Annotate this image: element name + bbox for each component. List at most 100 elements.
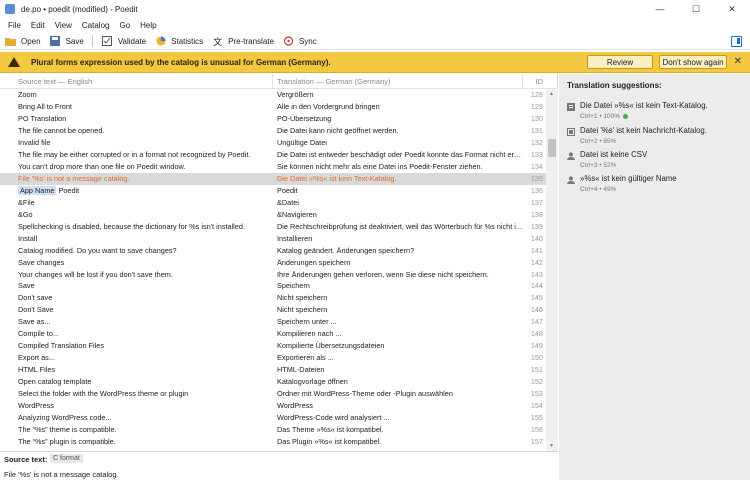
table-row[interactable]: Spellchecking is disabled, because the d… — [0, 220, 557, 232]
translation-cell: Exportieren als ... — [277, 353, 334, 363]
id-cell: 148 — [530, 329, 543, 339]
scroll-thumb[interactable] — [548, 139, 556, 157]
translation-cell: Sie können nicht mehr als eine Datei ins… — [277, 162, 483, 172]
table-row[interactable]: Save Speichern 144 — [0, 280, 557, 292]
header-id[interactable]: ID — [523, 77, 545, 86]
translation-cell: Vergrößern — [277, 90, 314, 100]
source-cell: Don't Save — [0, 305, 273, 314]
source-cell: File '%s' is not a message catalog. — [0, 174, 273, 183]
statistics-button[interactable]: Statistics — [155, 36, 203, 47]
table-row[interactable]: The file may be either corrupted or in a… — [0, 149, 557, 161]
source-text: Spellchecking is disabled, because the d… — [18, 221, 245, 231]
source-text: Install — [18, 233, 38, 243]
table-row[interactable]: Install Installieren 140 — [0, 232, 557, 244]
maximize-icon[interactable]: ☐ — [678, 0, 714, 18]
close-window-icon[interactable]: ✕ — [714, 0, 750, 18]
toolbar: Open Save Validate Statistics 文 Pre-tran… — [0, 33, 750, 50]
translation-cell: Die Datei ist entweder beschädigt oder P… — [277, 150, 523, 160]
suggestion-item[interactable]: Datei '%s' ist kein Nachricht-Katalog. Ct… — [567, 126, 707, 145]
pie-chart-icon — [155, 36, 166, 47]
source-cell: Invalid file — [0, 138, 273, 147]
table-row[interactable]: Catalog modified. Do you want to save ch… — [0, 244, 557, 256]
pretranslate-button[interactable]: 文 Pre-translate — [212, 36, 274, 47]
source-editor: Source text: C format File '%s' is not a… — [0, 451, 558, 480]
id-cell: 142 — [530, 257, 543, 267]
table-row[interactable]: Invalid file Ungültige Datei 132 — [0, 137, 557, 149]
source-text: Don't save — [18, 293, 53, 303]
suggestion-item[interactable]: Die Datei »%s« ist kein Text-Katalog. Ctr… — [567, 101, 708, 120]
translation-cell: Das Plugin »%s« ist kompatibel. — [277, 436, 382, 446]
table-row[interactable]: Analyzing WordPress code... WordPress-Cod… — [0, 411, 557, 423]
table-row[interactable]: Don't Save Nicht speichern 146 — [0, 304, 557, 316]
menu-go[interactable]: Go — [119, 21, 130, 30]
sidebar-toggle-icon[interactable] — [731, 36, 742, 47]
source-cell: Bring All to Front — [0, 102, 273, 111]
table-row[interactable]: Zoom Vergrößern 128 — [0, 89, 557, 101]
header-source[interactable]: Source text — English — [0, 74, 273, 89]
menu-file[interactable]: File — [8, 21, 21, 30]
menu-help[interactable]: Help — [140, 21, 156, 30]
id-cell: 146 — [530, 305, 543, 315]
list-scrollbar[interactable]: ▲ ▼ — [546, 89, 558, 451]
open-button[interactable]: Open — [5, 36, 41, 47]
table-row[interactable]: App Name Poedit Poedit 136 — [0, 185, 557, 197]
table-row[interactable]: You can't drop more than one file on Poe… — [0, 161, 557, 173]
table-row[interactable]: The “%s” plugin is compatible. Das Plugin… — [0, 435, 557, 447]
translation-cell: Nicht speichern — [277, 293, 328, 303]
table-row[interactable]: Don't save Nicht speichern 145 — [0, 292, 557, 304]
suggestion-item[interactable]: Datei ist keine CSV Ctrl+3 • 52% — [567, 150, 647, 169]
table-row[interactable]: Your changes will be lost if you don't s… — [0, 268, 557, 280]
scroll-up-icon[interactable]: ▲ — [549, 91, 554, 97]
table-row[interactable]: HTML Files HTML-Dateien 151 — [0, 364, 557, 376]
id-cell: 132 — [530, 138, 543, 148]
minimize-icon[interactable]: — — [642, 0, 678, 18]
table-row[interactable]: Bring All to Front Alle in den Vordergrun… — [0, 101, 557, 113]
warning-icon — [8, 57, 20, 67]
save-button[interactable]: Save — [50, 36, 84, 47]
source-text: The file may be either corrupted or in a… — [18, 150, 251, 160]
sync-button[interactable]: Sync — [283, 36, 317, 47]
scroll-down-icon[interactable]: ▼ — [549, 443, 554, 449]
table-row[interactable]: &File &Datei 137 — [0, 196, 557, 208]
tm-icon — [567, 103, 575, 111]
folder-icon — [5, 36, 16, 47]
sync-icon — [283, 36, 294, 47]
header-translation[interactable]: Translation — German (Germany) — [273, 74, 523, 89]
id-cell: 136 — [530, 185, 543, 195]
translation-cell: Katalogvorlage öffnen — [277, 376, 348, 386]
suggestion-item[interactable]: »%s« ist kein gültiger Name Ctrl+4 • 49% — [567, 174, 677, 193]
id-cell: 151 — [530, 365, 543, 375]
table-row[interactable]: The file cannot be opened. Die Datei kann… — [0, 125, 557, 137]
title-bar: de.po • poedit (modified) - Poedit — ☐ ✕ — [0, 0, 750, 18]
menu-edit[interactable]: Edit — [31, 21, 45, 30]
review-button[interactable]: Review — [587, 55, 653, 69]
table-row[interactable]: Compiled Translation Files Kompilierte Üb… — [0, 340, 557, 352]
menu-catalog[interactable]: Catalog — [82, 21, 110, 30]
table-row[interactable]: Open catalog template Katalogvorlage öffn… — [0, 376, 557, 388]
id-cell: 152 — [530, 376, 543, 386]
table-row[interactable]: File '%s' is not a message catalog. Die D… — [0, 172, 557, 185]
translation-cell: Änderungen speichern — [277, 257, 351, 267]
dont-show-again-button[interactable]: Don't show again — [659, 55, 727, 69]
table-row[interactable]: The “%s” theme is compatible. Das Theme »… — [0, 423, 557, 435]
table-row[interactable]: PO Translation PO-Übersetzung 130 — [0, 113, 557, 125]
translation-cell: Katalog geändert. Änderungen speichern? — [277, 245, 415, 255]
close-warning-icon[interactable]: ✕ — [734, 56, 742, 67]
source-cell: Save changes — [0, 258, 273, 267]
validate-button[interactable]: Validate — [102, 36, 146, 47]
table-row[interactable]: Export as... Exportieren als ... 150 — [0, 352, 557, 364]
source-cell: Compile to... — [0, 329, 273, 338]
table-row[interactable]: Select the folder with the WordPress the… — [0, 387, 557, 399]
table-row[interactable]: WordPress WordPress 154 — [0, 399, 557, 411]
menu-view[interactable]: View — [55, 21, 72, 30]
id-cell: 138 — [530, 209, 543, 219]
table-row[interactable]: Compile to... Kompilieren nach ... 148 — [0, 328, 557, 340]
translation-cell: Die Rechtschreibprüfung ist deaktiviert,… — [277, 221, 522, 231]
table-row[interactable]: &Go &Navigieren 138 — [0, 208, 557, 220]
table-row[interactable]: Save as... Speichern unter ... 147 — [0, 316, 557, 328]
source-cell: The “%s” plugin is compatible. — [0, 437, 273, 446]
source-text: Your changes will be lost if you don't s… — [18, 269, 173, 279]
table-row[interactable]: Save changes Änderungen speichern 142 — [0, 256, 557, 268]
user-icon — [567, 176, 575, 184]
translation-cell: Speichern — [277, 281, 310, 291]
